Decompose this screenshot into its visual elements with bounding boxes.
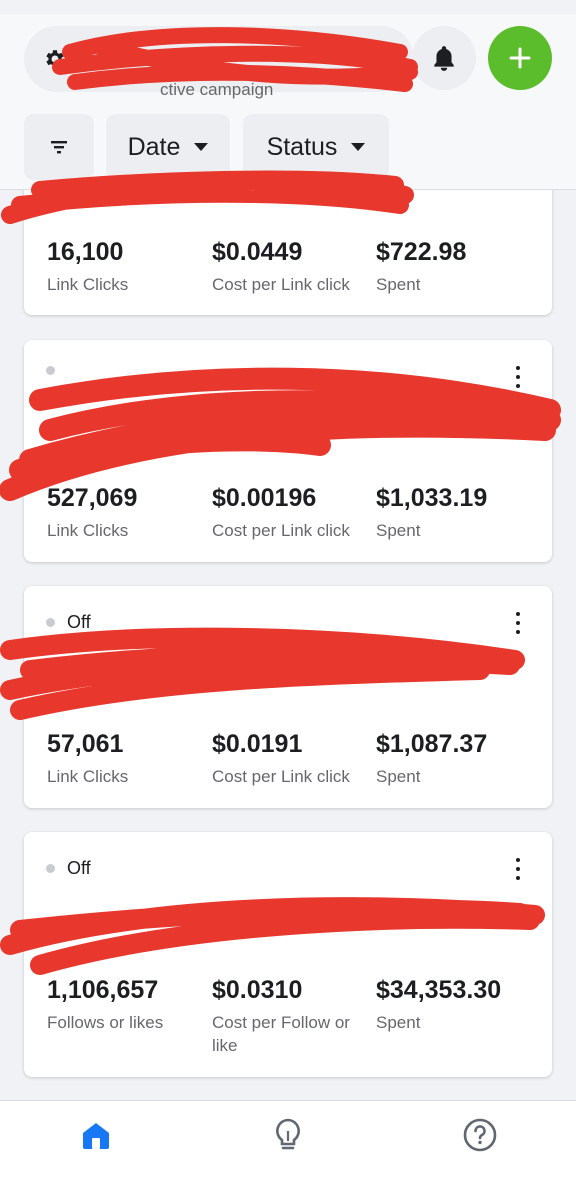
campaign-selector[interactable]: ctive campaign bbox=[24, 26, 414, 99]
campaign-card[interactable]: Off 57,061 Link Clicks $0.0191 Cost per … bbox=[24, 586, 552, 808]
filter-icon bbox=[51, 141, 67, 154]
metric-spent: $1,087.37 Spent bbox=[376, 730, 487, 788]
campaign-subtitle: ctive campaign bbox=[160, 80, 274, 99]
notifications-button[interactable] bbox=[412, 26, 476, 90]
more-options-icon[interactable] bbox=[514, 612, 522, 634]
status-indicator bbox=[46, 366, 67, 375]
metric-label: Link Clicks bbox=[47, 275, 129, 294]
metric-label: Cost per Follow or like bbox=[212, 1013, 350, 1055]
metric-label: Cost per Link click bbox=[212, 275, 350, 294]
metric-value: $1,087.37 bbox=[376, 730, 488, 758]
metric-results: 57,061 Link Clicks bbox=[47, 730, 128, 788]
metric-value: $0.0310 bbox=[212, 976, 303, 1004]
lightbulb-icon bbox=[276, 1118, 300, 1150]
bottom-navigation bbox=[0, 1100, 576, 1181]
nav-help[interactable] bbox=[460, 1115, 500, 1155]
metric-cost: $0.0449 Cost per Link click bbox=[212, 238, 350, 296]
campaign-card[interactable]: Off 1,106,657 Follows or likes $0.0310 C… bbox=[24, 832, 552, 1077]
metric-label: Spent bbox=[376, 275, 421, 294]
campaign-card[interactable]: 527,069 Link Clicks $0.00196 Cost per Li… bbox=[24, 340, 552, 562]
metric-value: 1,106,657 bbox=[47, 976, 159, 1004]
metric-label: Spent bbox=[376, 767, 421, 786]
metric-label: Link Clicks bbox=[47, 521, 129, 540]
status-dot bbox=[46, 864, 55, 873]
nav-insights[interactable] bbox=[268, 1115, 308, 1155]
more-options-icon[interactable] bbox=[514, 858, 522, 880]
status-indicator: Off bbox=[46, 858, 91, 879]
chevron-down-icon bbox=[194, 143, 209, 151]
metric-value: $0.0191 bbox=[212, 730, 303, 758]
create-button[interactable] bbox=[488, 26, 552, 90]
status-bar bbox=[0, 0, 576, 14]
chevron-down-icon bbox=[351, 143, 366, 151]
help-icon bbox=[463, 1118, 497, 1152]
metric-results: 527,069 Link Clicks bbox=[47, 484, 137, 542]
metric-value: $1,033.19 bbox=[376, 484, 488, 512]
plus-icon bbox=[509, 47, 531, 69]
filter-button[interactable] bbox=[24, 114, 94, 180]
status-indicator: Off bbox=[46, 612, 91, 633]
metric-spent: $1,033.19 Spent bbox=[376, 484, 487, 542]
bell-icon bbox=[434, 46, 454, 71]
status-text: Off bbox=[67, 858, 91, 878]
metric-label: Cost per Link click bbox=[212, 767, 350, 786]
gear-icon[interactable] bbox=[42, 46, 68, 72]
metric-label: Link Clicks bbox=[47, 767, 129, 786]
status-text: Off bbox=[67, 612, 91, 632]
metric-value: $0.00196 bbox=[212, 484, 317, 512]
status-dot bbox=[46, 618, 55, 627]
date-filter-label: Date bbox=[127, 132, 181, 161]
campaign-header: ctive campaign Date Status bbox=[0, 14, 576, 190]
date-filter[interactable]: Date bbox=[106, 114, 230, 180]
nav-home[interactable] bbox=[76, 1115, 116, 1155]
metric-cost: $0.0310 Cost per Follow or like bbox=[212, 976, 372, 1057]
metric-label: Cost per Link click bbox=[212, 521, 350, 540]
metric-label: Spent bbox=[376, 1013, 421, 1032]
metric-value: 16,100 bbox=[47, 238, 124, 266]
status-dot bbox=[46, 366, 55, 375]
metric-results: 16,100 Link Clicks bbox=[47, 238, 128, 296]
metric-value: $0.0449 bbox=[212, 238, 303, 266]
metric-results: 1,106,657 Follows or likes bbox=[47, 976, 163, 1034]
metric-spent: $722.98 Spent bbox=[376, 238, 466, 296]
metric-spent: $34,353.30 Spent bbox=[376, 976, 501, 1034]
metric-cost: $0.0191 Cost per Link click bbox=[212, 730, 350, 788]
metric-label: Spent bbox=[376, 521, 421, 540]
metric-value: $34,353.30 bbox=[376, 976, 502, 1004]
metric-value: $722.98 bbox=[376, 238, 467, 266]
metric-label: Follows or likes bbox=[47, 1013, 164, 1032]
metric-cost: $0.00196 Cost per Link click bbox=[212, 484, 350, 542]
status-filter-label: Status bbox=[266, 132, 338, 161]
home-icon bbox=[83, 1123, 109, 1149]
metric-value: 57,061 bbox=[47, 730, 124, 758]
more-options-icon[interactable] bbox=[514, 366, 522, 388]
status-filter[interactable]: Status bbox=[243, 114, 389, 180]
metric-value: 527,069 bbox=[47, 484, 138, 512]
